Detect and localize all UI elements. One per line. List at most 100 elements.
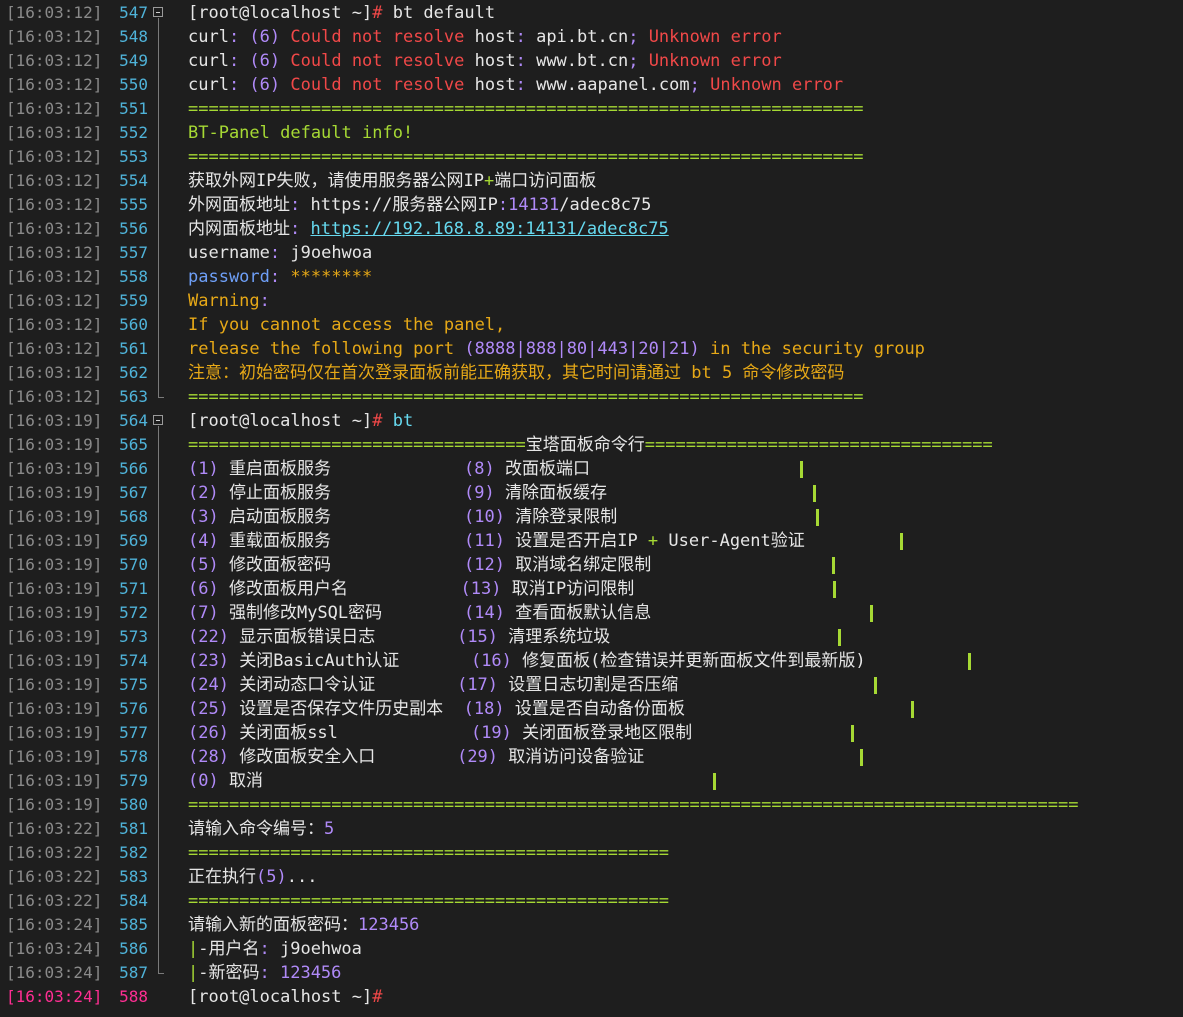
line-text: (28) 修改面板安全入口 (29) 取消访问设备验证 <box>188 745 644 769</box>
line-number: 551 <box>119 99 148 118</box>
line-number: 548 <box>119 27 148 46</box>
text-segment: (9) <box>464 483 495 503</box>
text-segment: : <box>259 963 280 983</box>
fold-guide-line <box>152 25 166 49</box>
text-segment: (10) <box>464 507 505 527</box>
line-text: ========================================… <box>188 889 669 913</box>
line-number: 577 <box>119 723 148 742</box>
text-segment: 查看面板默认信息 <box>504 603 652 623</box>
terminal-output[interactable]: [16:03:12] 547 [root@localhost ~]# bt defa… <box>0 0 1183 1017</box>
line-text: (24) 关闭动态口令认证 (17) 设置日志切割是否压缩 <box>188 673 678 697</box>
line-text: password: ******** <box>188 265 372 289</box>
line-number: 573 <box>119 627 148 646</box>
line-number: 570 <box>119 555 148 574</box>
menu-border-bar <box>968 653 971 670</box>
text-segment: 关闭面板ssl <box>228 723 471 743</box>
line-number: 552 <box>119 123 148 142</box>
text-segment: 关闭面板登录地区限制 <box>511 723 693 743</box>
text-segment: 内网面板地址 <box>188 219 290 239</box>
terminal-line: [16:03:19] 567 (2) 停止面板服务 (9) 清除面板缓存 <box>0 481 1183 505</box>
text-segment: (8888|888|80|443|20|21) <box>464 339 700 359</box>
line-timestamp: [16:03:19] <box>6 483 103 502</box>
text-segment: [root@localhost ~] <box>188 987 373 1007</box>
fold-guide-line <box>152 313 166 337</box>
text-segment: Unknown error <box>710 75 844 95</box>
line-text: 请输入新的面板密码：123456 <box>188 913 419 937</box>
text-segment: Could not resolve <box>290 75 465 95</box>
line-number: 574 <box>119 651 148 670</box>
line-number: 553 <box>119 147 148 166</box>
line-text: 内网面板地址: https://192.168.8.89:14131/adec8… <box>188 217 669 241</box>
line-number: 554 <box>119 171 148 190</box>
text-segment: 请输入命令编号： <box>188 819 324 839</box>
text-segment: (22) <box>188 627 229 647</box>
line-text: release the following port (8888|888|80|… <box>188 337 925 361</box>
line-timestamp: [16:03:19] <box>6 627 103 646</box>
text-segment: Could not resolve <box>290 51 465 71</box>
text-segment: (28) <box>188 747 229 767</box>
line-timestamp: [16:03:24] <box>6 963 103 982</box>
terminal-line: [16:03:12] 548 curl: (6) Could not resolve… <box>0 25 1183 49</box>
terminal-line: [16:03:19] 572 (7) 强制修改MySQL密码 (14) 查看面板默认… <box>0 601 1183 625</box>
fold-guide-line <box>152 673 166 697</box>
fold-guide-line <box>152 889 166 913</box>
panel-url-link[interactable]: https://192.168.8.89:14131/adec8c75 <box>310 219 668 239</box>
line-text: ========================================… <box>188 841 669 865</box>
fold-guide-line <box>152 481 166 505</box>
fold-guide-line <box>152 361 166 385</box>
line-number: 566 <box>119 459 148 478</box>
line-text: |-用户名: j9oehwoa <box>188 937 362 961</box>
text-segment: 启动面板服务 <box>218 507 465 527</box>
fold-guide-line <box>152 649 166 673</box>
line-timestamp: [16:03:24] <box>6 939 103 958</box>
terminal-line: [16:03:19] 564 [root@localhost ~]# bt <box>0 409 1183 433</box>
fold-guide-line <box>152 73 166 97</box>
fold-guide-line <box>152 289 166 313</box>
menu-border-bar <box>833 581 836 598</box>
menu-border-bar <box>851 725 854 742</box>
terminal-line: [16:03:12] 557 username: j9oehwoa <box>0 241 1183 265</box>
line-timestamp: [16:03:12] <box>6 219 103 238</box>
terminal-line: [16:03:19] 568 (3) 启动面板服务 (10) 清除登录限制 <box>0 505 1183 529</box>
text-segment: 清除面板缓存 <box>494 483 607 503</box>
line-number: 556 <box>119 219 148 238</box>
fold-guide-line <box>152 577 166 601</box>
terminal-line: [16:03:12] 561 release the following port … <box>0 337 1183 361</box>
text-segment: 设置日志切割是否压缩 <box>498 675 679 695</box>
line-text: (3) 启动面板服务 (10) 清除登录限制 <box>188 505 617 529</box>
fold-guide-line <box>152 865 166 889</box>
text-segment: : <box>515 51 537 71</box>
text-segment: ================================== <box>644 435 993 455</box>
text-segment: (11) <box>464 531 505 551</box>
terminal-line: [16:03:12] 553 ===========================… <box>0 145 1183 169</box>
text-segment: 取消域名绑定限制 <box>504 555 652 575</box>
text-segment: ; <box>689 75 711 95</box>
line-timestamp: [16:03:12] <box>6 75 103 94</box>
text-segment: If you cannot access the panel, <box>188 315 506 335</box>
text-segment: (25) <box>188 699 229 719</box>
line-number: 583 <box>119 867 148 886</box>
terminal-line: [16:03:19] 578 (28) 修改面板安全入口 (29) 取消访问设备验证 <box>0 745 1183 769</box>
text-segment: curl <box>188 27 229 47</box>
fold-guide-line <box>152 457 166 481</box>
line-number: 572 <box>119 603 148 622</box>
terminal-line: [16:03:12] 559 Warning: <box>0 289 1183 313</box>
fold-guide-line <box>152 793 166 817</box>
line-timestamp: [16:03:24] <box>6 915 103 934</box>
text-segment: [root@localhost ~] <box>188 411 373 431</box>
line-number: 557 <box>119 243 148 262</box>
fold-collapse-icon[interactable] <box>152 1 166 25</box>
text-segment: Could not resolve <box>290 27 465 47</box>
menu-border-bar <box>911 701 914 718</box>
line-number: 576 <box>119 699 148 718</box>
line-timestamp: [16:03:12] <box>6 339 103 358</box>
menu-border-bar <box>874 677 877 694</box>
line-text: (0) 取消 <box>188 769 263 793</box>
terminal-line: [16:03:19] 573 (22) 显示面板错误日志 (15) 清理系统垃圾 <box>0 625 1183 649</box>
terminal-line: [16:03:19] 570 (5) 修改面板密码 (12) 取消域名绑定限制 <box>0 553 1183 577</box>
text-segment: 修改面板安全入口 <box>228 747 458 767</box>
fold-guide-line <box>152 913 166 937</box>
fold-guide-line <box>152 601 166 625</box>
fold-collapse-icon[interactable] <box>152 409 166 433</box>
text-segment: ; <box>628 51 649 71</box>
